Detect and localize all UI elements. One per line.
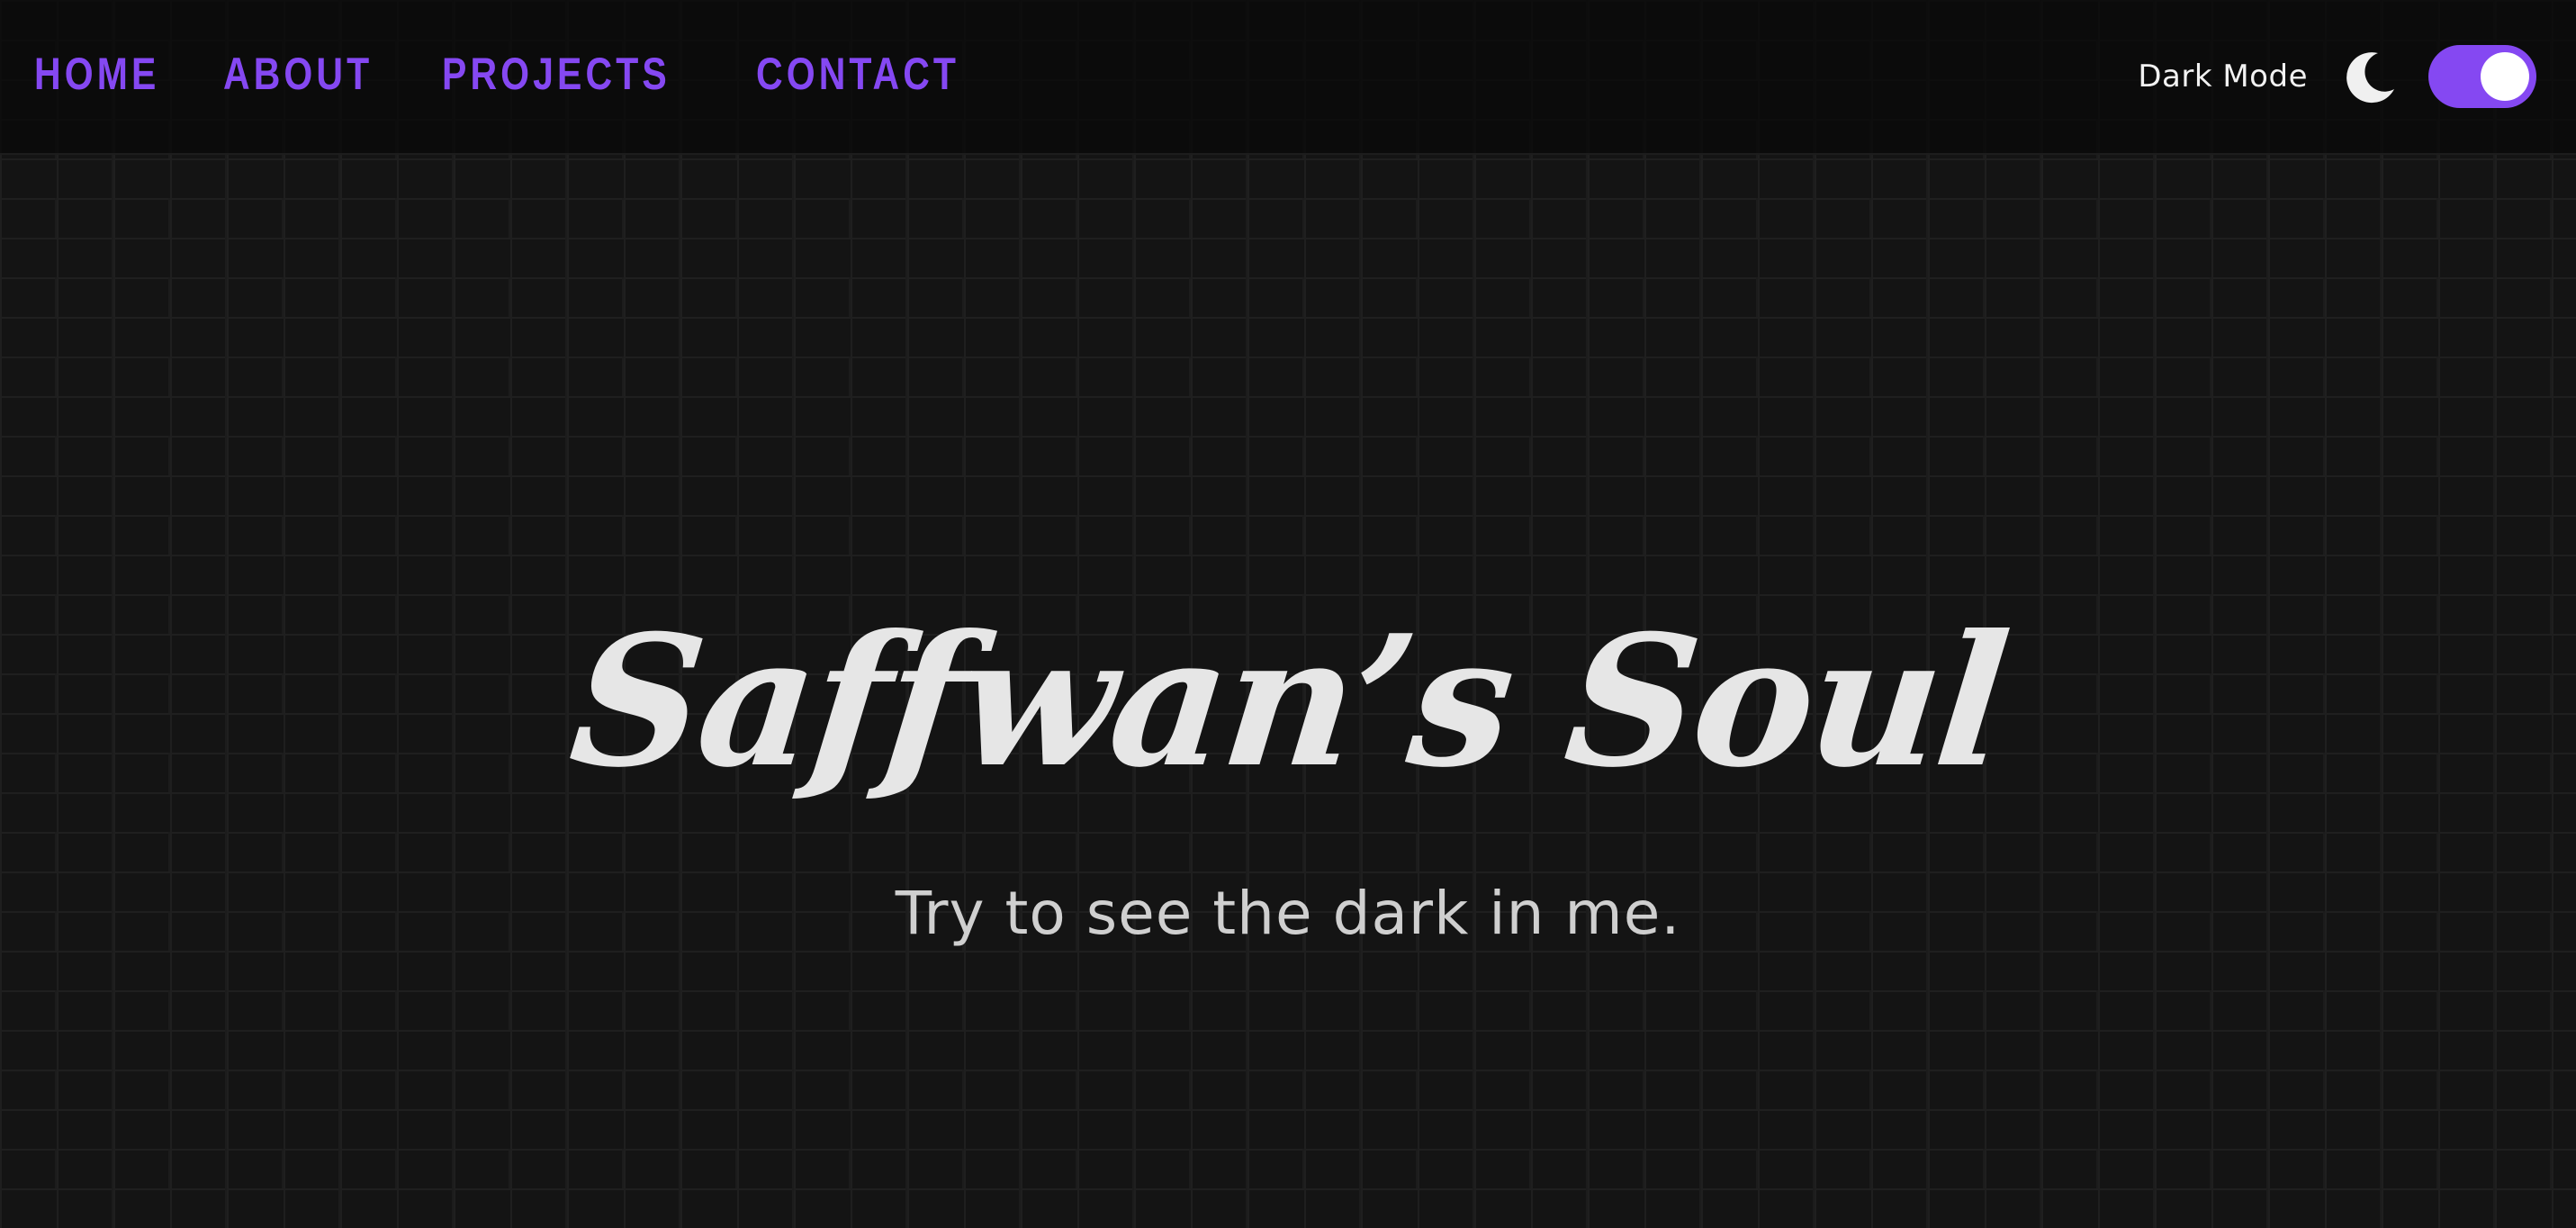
nav-link-contact[interactable]: CONTACT	[756, 51, 959, 102]
hero-title: Saffwan’s Soul	[562, 596, 2014, 808]
navbar: HOME ABOUT PROJECTS CONTACT Dark Mode	[0, 0, 2576, 155]
dark-mode-control: Dark Mode	[2138, 0, 2542, 153]
toggle-knob	[2481, 52, 2529, 101]
dark-mode-label: Dark Mode	[2138, 59, 2308, 95]
nav-link-about[interactable]: ABOUT	[223, 51, 373, 102]
dark-mode-toggle[interactable]	[2428, 45, 2536, 108]
nav-links: HOME ABOUT PROJECTS CONTACT	[34, 0, 979, 153]
hero: Saffwan’s Soul	[0, 596, 2576, 808]
moon-icon	[2344, 50, 2398, 104]
nav-link-home[interactable]: HOME	[34, 51, 159, 102]
nav-link-projects[interactable]: PROJECTS	[442, 51, 671, 102]
hero-subtitle: Try to see the dark in me.	[895, 879, 1681, 948]
